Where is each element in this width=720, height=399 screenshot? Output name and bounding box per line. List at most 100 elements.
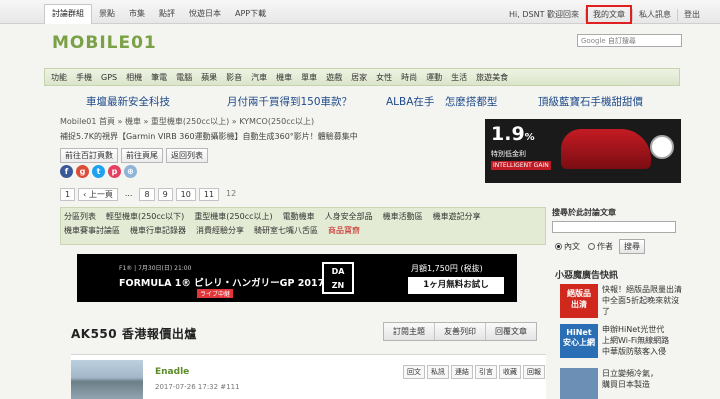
radio-author-label: 作者 <box>597 242 613 251</box>
category-item[interactable]: 手機 <box>76 72 92 83</box>
category-item[interactable]: 機車 <box>276 72 292 83</box>
forum-tab[interactable]: 重型機車(250cc以上) <box>194 211 272 222</box>
category-item[interactable]: GPS <box>101 73 117 82</box>
category-item[interactable]: 生活 <box>451 72 467 83</box>
sidebar-ad-thumbnail[interactable]: 絕版品 出清 <box>560 284 598 318</box>
sidebar-ad-text[interactable]: 快報！絕版品限量出清中全面5折起晚來就沒了 <box>602 284 684 318</box>
category-item[interactable]: 運動 <box>426 72 442 83</box>
post-tools: 回文 私訊 連結 引言 收藏 回報 <box>403 365 547 379</box>
category-item[interactable]: 蘋果 <box>201 72 217 83</box>
top-nav-japan[interactable]: 悅遊日本 <box>182 4 228 24</box>
post-tool-button[interactable]: 收藏 <box>499 365 521 379</box>
page-link[interactable]: 8 <box>139 188 155 201</box>
private-messages-link[interactable]: 私人訊息 <box>633 9 677 20</box>
post-tool-button[interactable]: 引言 <box>475 365 497 379</box>
category-item[interactable]: 影音 <box>226 72 242 83</box>
category-item[interactable]: 單車 <box>301 72 317 83</box>
category-item[interactable]: 時尚 <box>401 72 417 83</box>
forum-tab[interactable]: 機車行車記錄器 <box>130 225 186 236</box>
thread-search-button[interactable]: 搜尋 <box>619 239 645 254</box>
site-search-input[interactable]: Google 自訂搜尋 <box>577 34 682 47</box>
goto-page-button[interactable]: 前往百訂頁數 <box>60 148 118 163</box>
category-item[interactable]: 汽車 <box>251 72 267 83</box>
thread-search-input[interactable] <box>552 221 676 233</box>
sidebar-ad-item[interactable]: 日立變頻冷氣， 購買日本製造 <box>560 368 684 399</box>
forum-tab[interactable]: 分區列表 <box>64 211 96 222</box>
forum-tab[interactable]: 機車遊記分享 <box>433 211 481 222</box>
sidebar-search-title: 搜尋於此討論文章 <box>552 208 616 217</box>
sidebar-ad-item[interactable]: HiNet 安心上網 申辦HiNet光世代 上網Wi-Fi無線網路 中華版防駭客入… <box>560 324 684 358</box>
page-link[interactable]: 11 <box>198 188 220 201</box>
forum-tab[interactable]: 輕型機車(250cc以下) <box>106 211 184 222</box>
share-icon[interactable]: ⊕ <box>124 165 137 178</box>
forum-tab[interactable]: 電動機車 <box>283 211 315 222</box>
page-link[interactable]: 10 <box>175 188 196 201</box>
top-nav-market[interactable]: 市集 <box>122 4 152 24</box>
subscribe-button[interactable]: 訂閱主題 <box>384 323 435 340</box>
sidebar-ad-thumbnail[interactable] <box>560 368 598 399</box>
category-item[interactable]: 相機 <box>126 72 142 83</box>
twitter-icon[interactable]: t <box>92 165 105 178</box>
forum-tab[interactable]: 消費經驗分享 <box>196 225 244 236</box>
promo-link[interactable]: 頂級藍寶石手機甜甜價 <box>538 94 643 109</box>
post-tool-button[interactable]: 回文 <box>403 365 425 379</box>
forum-tab[interactable]: 人身安全部品 <box>325 211 373 222</box>
breadcrumb[interactable]: Mobile01 首頁 » 機車 » 重型機車(250cc以上) » KYMCO… <box>60 116 314 127</box>
sidebar-ad-item[interactable]: 絕版品 出清 快報！絕版品限量出清中全面5折起晚來就沒了 <box>560 284 684 318</box>
post-author[interactable]: Enadle <box>155 367 189 377</box>
google-plus-icon[interactable]: g <box>76 165 89 178</box>
page-first[interactable]: 1 <box>60 188 76 201</box>
category-item[interactable]: 居家 <box>351 72 367 83</box>
category-item[interactable]: 功能 <box>51 72 67 83</box>
top-nav-app[interactable]: APP下載 <box>228 4 273 24</box>
category-item[interactable]: 遊戲 <box>326 72 342 83</box>
promo-link[interactable]: 車壇最新安全科技 <box>86 94 170 109</box>
facebook-icon[interactable]: f <box>60 165 73 178</box>
site-logo[interactable]: MOBILE01 <box>52 33 157 53</box>
ad-line: 特別低金利 <box>491 150 526 158</box>
print-button[interactable]: 友善列印 <box>435 323 486 340</box>
back-to-list-button[interactable]: 返回列表 <box>166 148 208 163</box>
dazn-logo: DA ZN <box>322 262 354 294</box>
forum-tab[interactable]: 機車活動區 <box>383 211 423 222</box>
sidebar-ad-thumbnail[interactable]: HiNet 安心上網 <box>560 324 598 358</box>
author-avatar[interactable] <box>71 360 143 399</box>
f1-banner-ad[interactable]: F1® | 7月30日(日) 21:00 FORMULA 1® ピレリ・ハンガリ… <box>77 254 517 302</box>
car-ad[interactable]: 1.9% 特別低金利 INTELLIGENT GAIN <box>485 119 681 183</box>
post-tool-button[interactable]: 回報 <box>523 365 545 379</box>
sidebar-ad-text[interactable]: 申辦HiNet光世代 上網Wi-Fi無線網路 中華版防駭客入侵 <box>602 324 669 358</box>
post-tool-button[interactable]: 私訊 <box>427 365 449 379</box>
category-item[interactable]: 女性 <box>376 72 392 83</box>
forum-tabs: 分區列表 輕型機車(250cc以下) 重型機車(250cc以上) 電動機車 人身安全部品… <box>60 207 546 245</box>
goto-bottom-button[interactable]: 前往頁尾 <box>121 148 163 163</box>
search-scope: 內文 作者 搜尋 <box>552 239 682 254</box>
category-item[interactable]: 筆電 <box>151 72 167 83</box>
pagination: 1 ‹ 上一頁 ... 8 9 10 11 12 <box>60 188 243 201</box>
page-link[interactable]: 9 <box>157 188 173 201</box>
forum-tab-special[interactable]: 商品寶齋 <box>328 225 360 236</box>
post-tool-button[interactable]: 連結 <box>451 365 473 379</box>
radio-content[interactable] <box>555 243 562 250</box>
top-nav-reviews[interactable]: 點評 <box>152 4 182 24</box>
radio-author[interactable] <box>588 243 595 250</box>
user-greeting[interactable]: Hi, DSNT 歡迎回來 <box>503 9 585 20</box>
thread-subtitle-link[interactable]: 補捉5.7K的視界【Garmin VIRB 360運動攝影機】自動生成360°影… <box>60 131 358 142</box>
forum-tab[interactable]: 騎研室七嘴八舌區 <box>254 225 318 236</box>
logout-link[interactable]: 登出 <box>678 9 706 20</box>
promo-link[interactable]: ALBA在手 怎麼搭都型 <box>386 94 497 109</box>
reply-button[interactable]: 回覆文章 <box>486 323 536 340</box>
page-prev[interactable]: ‹ 上一頁 <box>78 188 118 201</box>
top-nav-forum[interactable]: 討論群組 <box>44 4 92 24</box>
sidebar-ad-text[interactable]: 日立變頻冷氣， 購買日本製造 <box>602 368 658 399</box>
forum-tab[interactable]: 機車賽事討論區 <box>64 225 120 236</box>
my-articles-link[interactable]: 我的文章 <box>586 5 632 24</box>
category-item[interactable]: 旅遊美食 <box>476 72 508 83</box>
top-nav-spots[interactable]: 景點 <box>92 4 122 24</box>
sidebar-ad-title: 小惡魔廣告快訊 <box>555 271 619 281</box>
promo-link[interactable]: 月付兩千買得到150車款？ <box>227 94 352 109</box>
search-placeholder: 自訂搜尋 <box>607 37 636 45</box>
ad-percent: 1.9% <box>491 123 535 145</box>
category-item[interactable]: 電腦 <box>176 72 192 83</box>
weibo-icon[interactable]: p <box>108 165 121 178</box>
banner-cta-button[interactable]: 1ヶ月無料お試し <box>408 277 504 294</box>
